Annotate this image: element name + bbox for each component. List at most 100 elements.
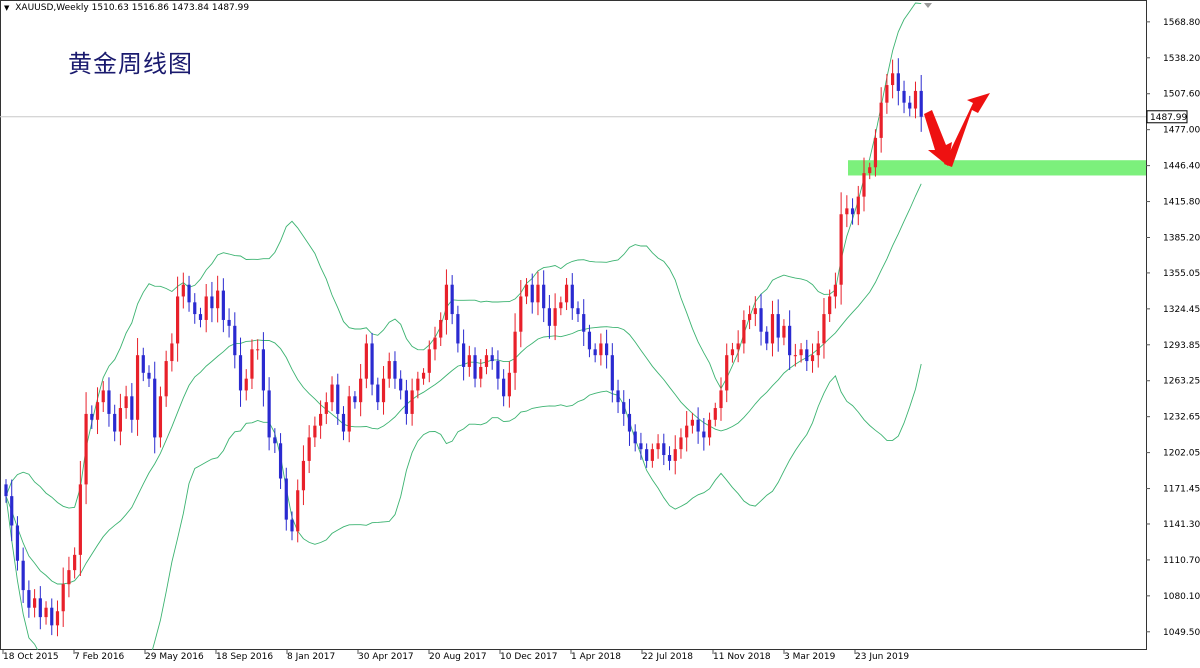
candle-body [10,496,14,526]
x-tick-label: 23 Jun 2019 [855,652,909,662]
candle-body [507,372,511,397]
candle-body [690,419,694,426]
candle-body [645,449,649,461]
symbol-timeframe: XAUUSD,Weekly [15,3,89,13]
candle-body [439,319,443,338]
candle-body [593,349,597,356]
x-tick-label: 22 Jul 2018 [642,652,693,662]
candle-body [587,331,592,350]
candle-body [198,314,203,320]
candle-body [839,214,843,285]
y-tick-label: 1171.45 [1163,485,1200,495]
candle-body [244,378,248,391]
candle-body [650,449,654,461]
candle-body [38,598,42,618]
chart-header: ▼ XAUUSD,Weekly 1510.63 1516.86 1473.84 … [4,3,249,13]
candle-body [484,355,489,367]
candle-body [656,443,660,450]
x-tick-label: 29 May 2016 [145,652,204,662]
candle-body [61,584,65,612]
y-tick-label: 1355.05 [1163,269,1200,279]
candle-body [902,90,906,103]
candle-body [490,355,494,362]
arrow-up-icon [944,93,990,167]
candle-body [261,349,265,391]
candle-body [513,331,517,373]
x-tick-label: 18 Sep 2016 [216,652,273,662]
candle-body [15,525,20,561]
candle-body [896,73,900,91]
candle-body [856,196,860,215]
candle-body [256,349,260,351]
candle-body [662,443,666,456]
price-tag-label: 1487.99 [1150,113,1187,123]
candle-body [387,361,391,379]
candle-body [793,355,797,357]
candle-body [736,343,740,350]
candle-body [33,598,37,608]
candle-body [879,102,883,138]
candle-body [238,355,243,391]
chevron-down-icon[interactable]: ▼ [4,4,9,12]
candle-body [633,431,637,444]
candle-body [805,349,809,362]
candle-body [176,296,180,344]
candle-body [610,355,614,391]
candle-body [393,361,397,379]
candle-body [84,413,88,485]
candle-body [759,308,763,332]
candle-body [696,419,700,432]
candle-body [296,490,300,532]
candle-body [913,90,918,109]
candle-body [227,319,231,326]
candle-body [456,314,460,344]
support-zone [848,160,1146,176]
candle-body [473,355,477,379]
candle-body [559,302,563,309]
candle-body [55,611,60,626]
candle-body [748,314,752,320]
chart-area[interactable]: 1568.80 1538.20 1507.60 1477.00 1446.40 1415.… [0,0,1200,664]
candle-body [667,455,672,461]
candle-body [376,384,380,403]
candle-body [919,90,923,117]
candle-body [181,284,185,297]
candle-body [204,296,208,320]
x-tick-label: 7 Feb 2016 [74,652,125,662]
y-tick-label: 1446.40 [1163,162,1200,172]
candle-body [822,314,826,344]
candle-body [113,413,117,432]
candle-body [107,390,111,414]
candle-body [44,607,48,618]
candle-body [553,308,557,326]
y-tick-label: 1568.80 [1163,18,1200,28]
candle-body [319,413,323,426]
y-tick-label: 1293.85 [1163,341,1200,351]
x-tick-label: 8 Jan 2017 [287,652,335,662]
candle-body [788,325,792,356]
candle-body [496,361,500,379]
candle-body [158,396,163,438]
candle-body [124,396,128,409]
candle-body [433,337,437,350]
candle-body [799,349,803,356]
candle-body [187,284,191,303]
candle-body [450,284,454,315]
candle-body [536,284,540,303]
candle-body [908,102,912,109]
candle-body [73,554,77,571]
candle-body [130,396,134,420]
candle-body [519,296,523,332]
chart-title: 黄金周线图 [68,50,193,78]
candle-body [416,378,420,391]
candle-body [4,484,8,497]
candle-body [273,437,277,444]
candle-body [542,284,546,309]
y-tick-label: 1110.70 [1163,556,1200,566]
candle-body [885,85,889,103]
candle-body [530,284,534,303]
candle-body [582,314,586,332]
candle-body [359,378,363,403]
candle-body [816,343,820,356]
candle-body [873,137,878,168]
